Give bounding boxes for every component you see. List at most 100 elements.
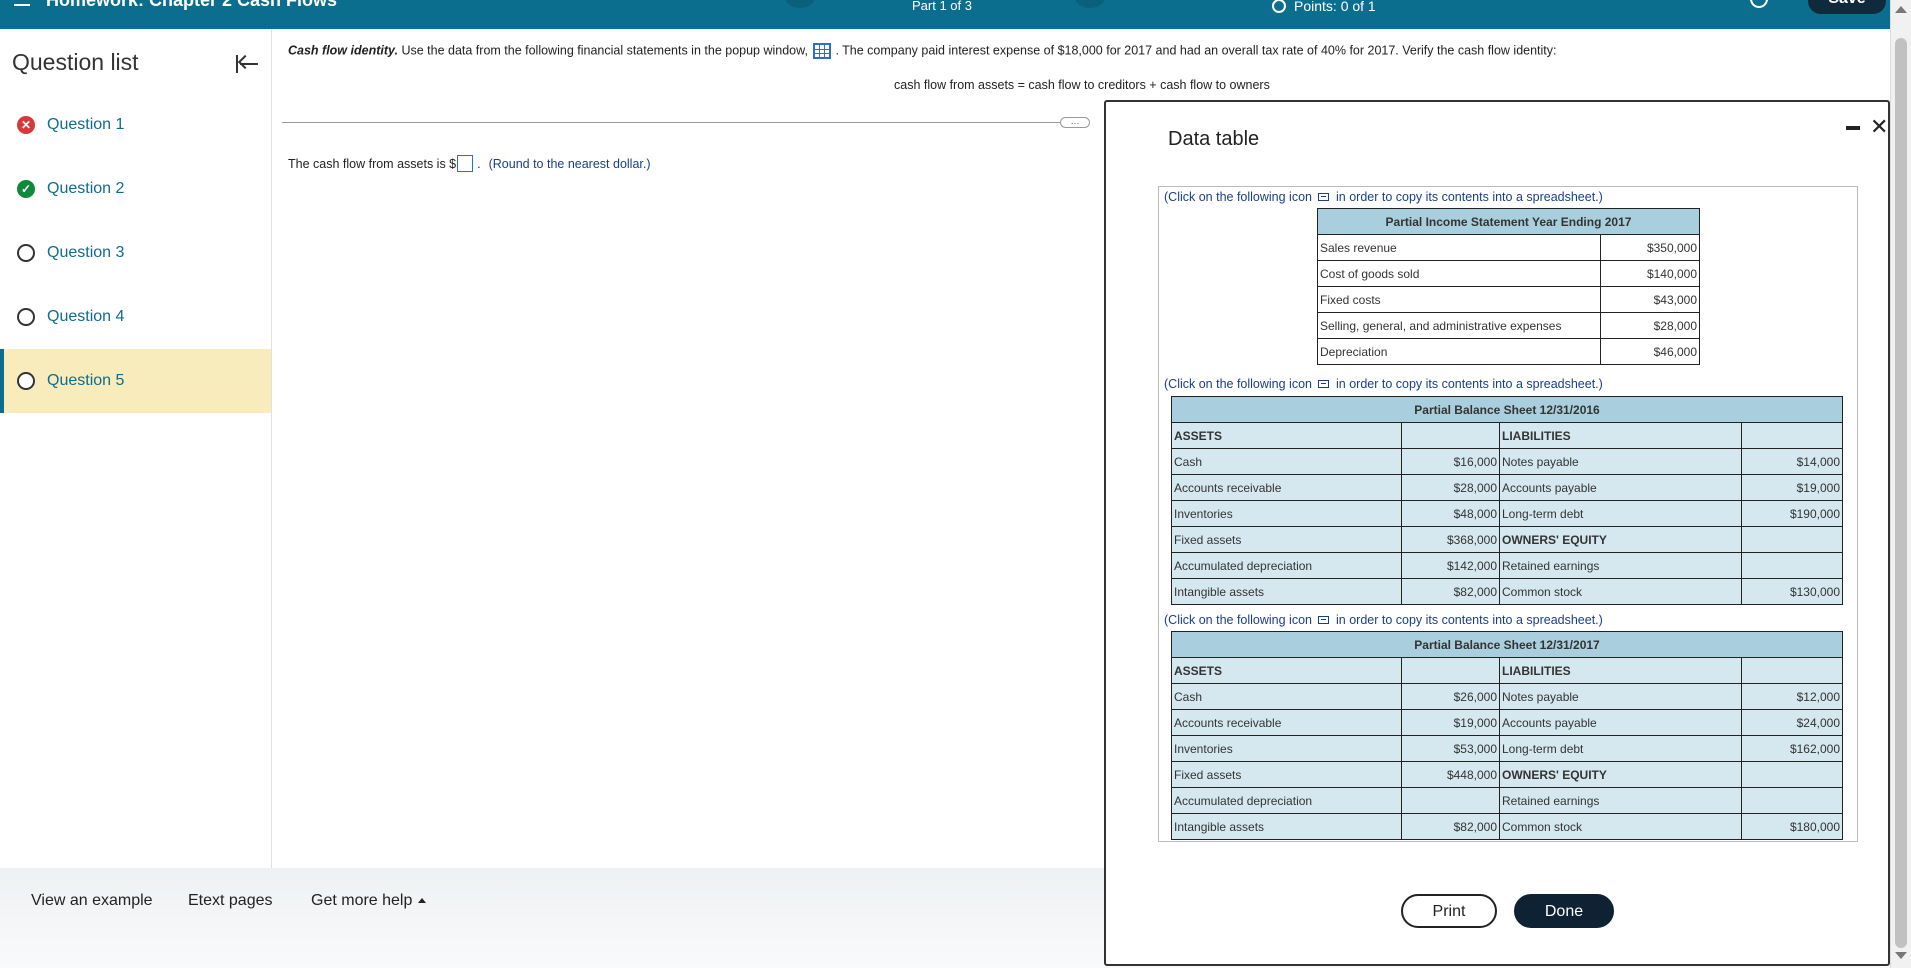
etext-pages-link[interactable]: Etext pages xyxy=(188,892,273,910)
table-row: Intangible assets $82,000 Common stock $180… xyxy=(1171,813,1843,840)
asset-value: $28,000 xyxy=(1401,474,1500,501)
asset-label: Fixed assets xyxy=(1171,526,1402,553)
table-row: Fixed assets $368,000 OWNERS' EQUITY xyxy=(1171,526,1843,553)
asset-value: $16,000 xyxy=(1401,448,1500,475)
copy-note-text: (Click on the following icon xyxy=(1164,613,1312,627)
copy-note: (Click on the following icon in order to… xyxy=(1164,377,1603,391)
save-button[interactable]: Save xyxy=(1808,0,1886,14)
get-more-help-label: Get more help xyxy=(311,892,413,909)
row-label: Fixed costs xyxy=(1317,286,1601,313)
liability-value xyxy=(1741,787,1843,814)
liability-label: Notes payable xyxy=(1499,683,1742,710)
sidebar-item-question-4[interactable]: Question 4 xyxy=(0,285,271,349)
close-icon[interactable]: ✕ xyxy=(1870,114,1888,140)
copy-to-spreadsheet-icon[interactable] xyxy=(1318,380,1329,388)
asset-value: $142,000 xyxy=(1401,552,1500,579)
asset-label: Accounts receivable xyxy=(1171,474,1402,501)
liability-label: Long-term debt xyxy=(1499,500,1742,527)
liabilities-header: LIABILITIES xyxy=(1499,657,1742,684)
copy-note-text: in order to copy its contents into a spr… xyxy=(1336,613,1603,627)
row-label: Sales revenue xyxy=(1317,234,1601,261)
copy-note: (Click on the following icon in order to… xyxy=(1164,613,1603,627)
done-button[interactable]: Done xyxy=(1514,894,1614,928)
liability-value: $190,000 xyxy=(1741,500,1843,527)
collapse-panel-icon[interactable] xyxy=(236,53,260,77)
copy-to-spreadsheet-icon[interactable] xyxy=(1318,193,1329,201)
cash-flow-identity: cash flow from assets = cash flow to cre… xyxy=(894,78,1270,92)
table-row: Cash $16,000 Notes payable $14,000 xyxy=(1171,448,1843,475)
liability-value: $130,000 xyxy=(1741,578,1843,605)
asset-label: Inventories xyxy=(1171,500,1402,527)
sidebar-item-question-5[interactable]: Question 5 xyxy=(0,349,271,413)
liability-label: Accounts payable xyxy=(1499,474,1742,501)
table-row: Accumulated depreciation Retained earning… xyxy=(1171,787,1843,814)
liability-value: $180,000 xyxy=(1741,813,1843,840)
scrollbar-thumb[interactable] xyxy=(1895,38,1907,948)
sidebar-item-label: Question 2 xyxy=(47,180,125,197)
data-table-icon[interactable] xyxy=(813,43,832,59)
page-scrollbar[interactable] xyxy=(1890,0,1911,968)
income-statement-table: Partial Income Statement Year Ending 201… xyxy=(1317,208,1700,365)
table-row: Accounts receivable $19,000 Accounts payab… xyxy=(1171,709,1843,736)
row-label: Cost of goods sold xyxy=(1317,260,1601,287)
caret-up-icon xyxy=(418,898,427,904)
print-button[interactable]: Print xyxy=(1401,894,1497,928)
points-text: Points: 0 of 1 xyxy=(1294,0,1376,14)
copy-to-spreadsheet-icon[interactable] xyxy=(1318,616,1329,624)
view-example-link[interactable]: View an example xyxy=(31,892,153,910)
asset-value: $82,000 xyxy=(1401,578,1500,605)
liability-value: $14,000 xyxy=(1741,448,1843,475)
assignment-title: Homework: Chapter 2 Cash Flows xyxy=(46,0,338,10)
owners-equity-header: OWNERS' EQUITY xyxy=(1499,761,1742,788)
correct-check-icon: ✓ xyxy=(17,180,35,198)
copy-note-text: (Click on the following icon xyxy=(1164,377,1312,391)
table-row: Fixed costs $43,000 xyxy=(1317,286,1700,313)
table-row: Intangible assets $82,000 Common stock $130… xyxy=(1171,578,1843,605)
cash-flow-from-assets-input[interactable] xyxy=(457,155,474,172)
next-question-button[interactable] xyxy=(1075,0,1105,8)
menu-icon[interactable] xyxy=(14,0,30,6)
answer-prefix: The cash flow from assets is $ xyxy=(288,156,457,171)
question-text-part2: . The company paid interest expense of $… xyxy=(835,43,1557,58)
liability-value xyxy=(1741,761,1843,788)
table-title: Partial Balance Sheet 12/31/2017 xyxy=(1171,631,1843,658)
sidebar-item-label: Question 1 xyxy=(47,116,125,133)
liabilities-header: LIABILITIES xyxy=(1499,422,1742,449)
table-row: Inventories $48,000 Long-term debt $190,000 xyxy=(1171,500,1843,527)
asset-label: Accumulated depreciation xyxy=(1171,552,1402,579)
asset-label: Accounts receivable xyxy=(1171,709,1402,736)
top-bar: Homework: Chapter 2 Cash Flows Part 1 of… xyxy=(0,0,1890,29)
scroll-up-icon[interactable] xyxy=(1895,6,1907,13)
expand-more-button[interactable]: … xyxy=(1060,117,1090,128)
row-label: Depreciation xyxy=(1317,338,1601,365)
liability-label: Notes payable xyxy=(1499,448,1742,475)
divider xyxy=(282,122,1090,123)
asset-label: Accumulated depreciation xyxy=(1171,787,1402,814)
asset-label: Cash xyxy=(1171,683,1402,710)
question-list-panel: Question list ✕ Question 1 ✓ Question 2 … xyxy=(0,29,272,868)
answer-suffix: . xyxy=(477,156,481,171)
assets-header: ASSETS xyxy=(1171,422,1402,449)
minimize-icon[interactable] xyxy=(1846,126,1860,130)
row-value: $28,000 xyxy=(1600,312,1700,339)
sidebar-item-label: Question 5 xyxy=(47,372,125,389)
scroll-down-icon[interactable] xyxy=(1895,952,1907,959)
liability-label: Retained earnings xyxy=(1499,552,1742,579)
previous-question-button[interactable] xyxy=(785,0,815,8)
unanswered-circle-icon xyxy=(17,308,35,326)
table-title: Partial Balance Sheet 12/31/2016 xyxy=(1171,396,1843,423)
sidebar-item-question-1[interactable]: ✕ Question 1 xyxy=(0,93,271,157)
table-title: Partial Income Statement Year Ending 201… xyxy=(1317,208,1700,235)
liability-label: Common stock xyxy=(1499,578,1742,605)
points-circle-icon xyxy=(1272,0,1286,13)
sidebar-item-question-2[interactable]: ✓ Question 2 xyxy=(0,157,271,221)
get-more-help-button[interactable]: Get more help xyxy=(311,892,427,910)
table-row: Selling, general, and administrative exp… xyxy=(1317,312,1700,339)
assets-header: ASSETS xyxy=(1171,657,1402,684)
settings-icon[interactable] xyxy=(1750,0,1768,8)
sidebar-item-question-3[interactable]: Question 3 xyxy=(0,221,271,285)
asset-label: Fixed assets xyxy=(1171,761,1402,788)
popup-title: Data table xyxy=(1168,128,1260,150)
row-value: $350,000 xyxy=(1600,234,1700,261)
question-prompt: Cash flow identity. Use the data from th… xyxy=(288,43,1618,59)
